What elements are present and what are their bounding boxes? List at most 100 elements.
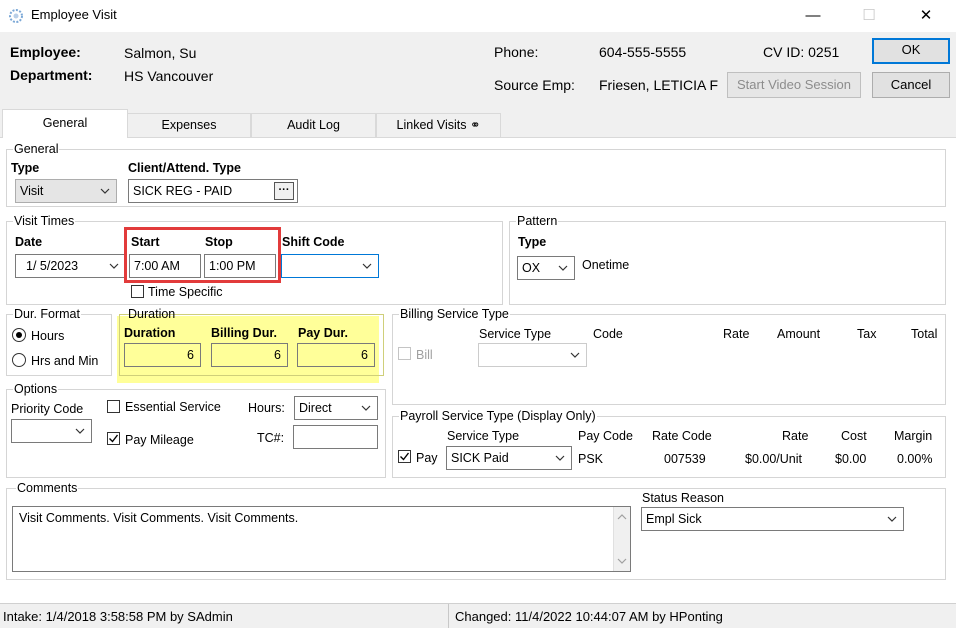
billing-service-type-header: Service Type xyxy=(479,327,552,341)
visit-header: Employee: Salmon, Su Department: HS Vanc… xyxy=(0,32,956,102)
date-label: Date xyxy=(15,235,43,249)
pay-mileage-checkbox[interactable] xyxy=(107,432,120,445)
pattern-type-select[interactable]: OX xyxy=(517,256,575,280)
minimize-button[interactable]: — xyxy=(790,0,836,32)
status-bar: Intake: 1/4/2018 3:58:58 PM by SAdmin Ch… xyxy=(0,603,956,628)
chevron-down-icon xyxy=(361,405,371,411)
source-emp-value: Friesen, LETICIA F xyxy=(599,77,719,93)
payroll-service-type-header: Service Type xyxy=(447,429,520,443)
margin-header: Margin xyxy=(894,429,933,443)
time-specific-checkbox[interactable] xyxy=(131,285,144,298)
time-specific-label: Time Specific xyxy=(148,285,223,299)
scroll-up-icon[interactable] xyxy=(617,513,627,521)
checkmark-icon xyxy=(109,434,119,443)
status-reason-value: Empl Sick xyxy=(646,512,702,526)
tc-input[interactable] xyxy=(293,425,378,449)
pay-code-header: Pay Code xyxy=(578,429,633,443)
duration-group-label: Duration xyxy=(128,307,176,321)
chevron-down-icon xyxy=(887,516,897,522)
scroll-down-icon[interactable] xyxy=(617,557,627,565)
cancel-button[interactable]: Cancel xyxy=(872,72,950,98)
cost-value: $0.00 xyxy=(835,452,867,466)
tab-expenses[interactable]: Expenses xyxy=(127,113,251,137)
comments-scrollbar[interactable] xyxy=(613,507,630,571)
checkmark-icon xyxy=(400,452,410,461)
billing-dur-label: Billing Dur. xyxy=(211,326,277,340)
general-group-label: General xyxy=(13,142,60,156)
options-label: Options xyxy=(13,382,59,396)
tab-audit-log[interactable]: Audit Log xyxy=(251,113,376,137)
comments-label: Comments xyxy=(16,481,79,495)
billing-dur-input[interactable]: 6 xyxy=(211,343,288,367)
pay-dur-label: Pay Dur. xyxy=(298,326,349,340)
pattern-type-value: OX xyxy=(522,261,541,275)
ok-button[interactable]: OK xyxy=(872,38,950,64)
comments-textarea[interactable]: Visit Comments. Visit Comments. Visit Co… xyxy=(12,506,631,572)
client-type-value: SICK REG - PAID xyxy=(133,184,233,198)
hours-type-select[interactable]: Direct xyxy=(294,396,378,420)
pattern-label: Pattern xyxy=(516,214,559,228)
hours-radio[interactable] xyxy=(12,328,26,342)
cv-id: CV ID: 0251 xyxy=(763,44,840,60)
hrs-min-radio[interactable] xyxy=(12,353,26,367)
type-select-value: Visit xyxy=(20,184,44,198)
priority-code-select[interactable] xyxy=(11,419,92,443)
duration-label: Duration xyxy=(124,326,176,340)
status-divider xyxy=(448,604,449,628)
pay-label: Pay xyxy=(416,451,438,465)
payroll-rate-header: Rate xyxy=(782,429,809,443)
billing-tax-header: Tax xyxy=(857,327,877,341)
billing-service-type-select[interactable] xyxy=(478,343,587,367)
chevron-down-icon xyxy=(109,263,119,269)
hours-type-label: Hours: xyxy=(248,401,285,415)
payroll-rate-value: $0.00/Unit xyxy=(745,452,802,466)
billing-total-header: Total xyxy=(911,327,938,341)
pay-dur-input[interactable]: 6 xyxy=(297,343,375,367)
tab-linked-visits[interactable]: Linked Visits ⚭ xyxy=(376,113,501,137)
duration-input[interactable]: 6 xyxy=(124,343,201,367)
tc-label: TC#: xyxy=(257,431,285,445)
client-type-field[interactable]: SICK REG - PAID ··· xyxy=(128,179,298,203)
chevron-down-icon xyxy=(100,188,110,194)
tab-general[interactable]: General xyxy=(2,109,128,138)
start-video-session-button[interactable]: Start Video Session xyxy=(727,72,861,98)
hours-type-value: Direct xyxy=(299,401,332,415)
type-select[interactable]: Visit xyxy=(15,179,117,203)
pattern-type-label: Type xyxy=(518,235,547,249)
rate-code-value: 007539 xyxy=(664,452,706,466)
essential-service-checkbox[interactable] xyxy=(107,400,120,413)
phone-label: Phone: xyxy=(494,44,539,60)
ellipsis-button[interactable]: ··· xyxy=(274,182,294,200)
start-stop-highlight xyxy=(124,227,281,283)
hours-radio-label: Hours xyxy=(31,329,65,343)
shift-code-select[interactable] xyxy=(281,254,379,278)
shift-code-label: Shift Code xyxy=(282,235,345,249)
pay-mileage-label: Pay Mileage xyxy=(125,433,194,447)
title-bar[interactable]: Employee Visit — ☐ ✕ xyxy=(0,0,956,32)
chevron-down-icon xyxy=(555,455,565,461)
date-value: 1/ 5/2023 xyxy=(26,259,79,273)
department-label: Department: xyxy=(10,67,93,83)
essential-service-label: Essential Service xyxy=(125,400,221,414)
billing-code-header: Code xyxy=(593,327,623,341)
phone-value: 604-555-5555 xyxy=(599,44,687,60)
intake-info: Intake: 1/4/2018 3:58:58 PM by SAdmin xyxy=(3,609,233,624)
status-reason-select[interactable]: Empl Sick xyxy=(641,507,904,531)
app-icon xyxy=(9,9,23,23)
pay-code-value: PSK xyxy=(578,452,604,466)
pay-checkbox[interactable] xyxy=(398,450,411,463)
department-value: HS Vancouver xyxy=(124,68,214,84)
maximize-button[interactable]: ☐ xyxy=(846,0,892,32)
chevron-down-icon xyxy=(75,428,85,434)
hrs-min-radio-label: Hrs and Min xyxy=(31,354,99,368)
client-type-label: Client/Attend. Type xyxy=(128,161,241,175)
cost-header: Cost xyxy=(841,429,867,443)
source-emp-label: Source Emp: xyxy=(494,77,575,93)
close-button[interactable]: ✕ xyxy=(903,0,949,32)
visit-times-label: Visit Times xyxy=(13,214,76,228)
bill-checkbox[interactable] xyxy=(398,347,411,360)
payroll-service-type-select[interactable]: SICK Paid xyxy=(446,446,572,470)
date-picker[interactable]: 1/ 5/2023 xyxy=(15,254,126,278)
chevron-down-icon xyxy=(362,263,372,269)
changed-info: Changed: 11/4/2022 10:44:07 AM by HPonti… xyxy=(455,609,723,624)
